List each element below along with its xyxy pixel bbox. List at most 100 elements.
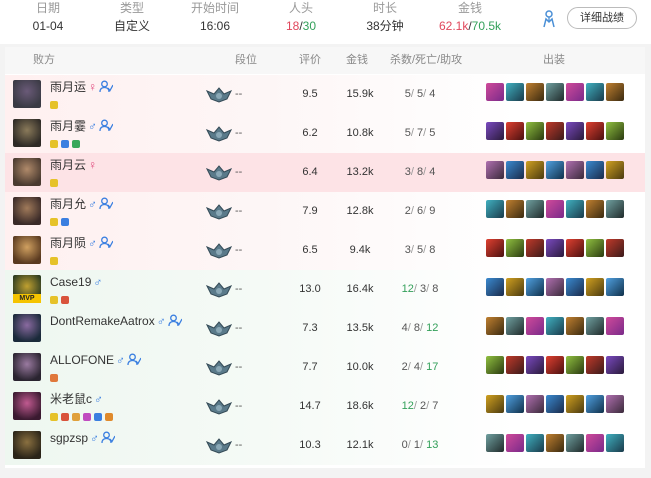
add-friend-icon[interactable] bbox=[127, 353, 142, 366]
item-icon[interactable] bbox=[506, 122, 524, 140]
item-icon[interactable] bbox=[586, 395, 604, 413]
item-icon[interactable] bbox=[606, 122, 624, 140]
champion-avatar[interactable] bbox=[13, 80, 41, 108]
player-name[interactable]: 雨月霎 ♂ bbox=[50, 119, 114, 134]
item-icon[interactable] bbox=[506, 239, 524, 257]
item-icon[interactable] bbox=[546, 278, 564, 296]
champion-avatar[interactable] bbox=[13, 392, 41, 420]
item-icon[interactable] bbox=[586, 161, 604, 179]
player-name[interactable]: 雨月陨 ♂ bbox=[50, 236, 114, 251]
item-icon[interactable] bbox=[506, 395, 524, 413]
item-icon[interactable] bbox=[546, 317, 564, 335]
champion-avatar[interactable] bbox=[13, 431, 41, 459]
item-icon[interactable] bbox=[606, 356, 624, 374]
item-icon[interactable] bbox=[606, 200, 624, 218]
table-row[interactable]: MVP Case19 ♂ -- 13.0 16.4k 12/ 3/ 8 bbox=[5, 270, 645, 309]
item-icon[interactable] bbox=[606, 239, 624, 257]
item-icon[interactable] bbox=[546, 83, 564, 101]
add-friend-icon[interactable] bbox=[99, 80, 114, 93]
item-icon[interactable] bbox=[566, 395, 584, 413]
champion-avatar[interactable] bbox=[13, 236, 41, 264]
item-icon[interactable] bbox=[606, 317, 624, 335]
item-icon[interactable] bbox=[506, 200, 524, 218]
player-name[interactable]: 雨月运 ♀ bbox=[50, 80, 114, 95]
table-row[interactable]: 雨月运 ♀ -- 9.5 15.9k 5/ 5/ 4 bbox=[5, 75, 645, 114]
item-icon[interactable] bbox=[506, 83, 524, 101]
item-icon[interactable] bbox=[566, 200, 584, 218]
item-icon[interactable] bbox=[586, 278, 604, 296]
table-row[interactable]: 雨月云 ♀ -- 6.4 13.2k 3/ 8/ 4 bbox=[5, 153, 645, 192]
table-row[interactable]: ALLOFONE ♂ -- 7.7 10.0k 2/ 4/ 17 bbox=[5, 348, 645, 387]
item-icon[interactable] bbox=[526, 122, 544, 140]
item-icon[interactable] bbox=[606, 278, 624, 296]
champion-avatar[interactable] bbox=[13, 314, 41, 342]
player-name[interactable]: DontRemakeAatrox ♂ bbox=[50, 314, 182, 329]
item-icon[interactable] bbox=[566, 434, 584, 452]
item-icon[interactable] bbox=[506, 317, 524, 335]
item-icon[interactable] bbox=[486, 239, 504, 257]
item-icon[interactable] bbox=[526, 356, 544, 374]
detailed-stats-button[interactable]: 详细战绩 bbox=[567, 7, 637, 29]
player-name[interactable]: 雨月云 ♀ bbox=[50, 158, 97, 173]
item-icon[interactable] bbox=[546, 239, 564, 257]
item-icon[interactable] bbox=[526, 395, 544, 413]
item-icon[interactable] bbox=[606, 395, 624, 413]
item-icon[interactable] bbox=[486, 356, 504, 374]
item-icon[interactable] bbox=[586, 317, 604, 335]
add-friend-icon[interactable] bbox=[168, 314, 182, 327]
item-icon[interactable] bbox=[506, 356, 524, 374]
item-icon[interactable] bbox=[606, 434, 624, 452]
table-row[interactable]: 米老鼠c ♂ -- 14.7 18.6k 12/ 2/ 7 bbox=[5, 387, 645, 426]
item-icon[interactable] bbox=[486, 317, 504, 335]
table-row[interactable]: 雨月霎 ♂ -- 6.2 10.8k 5/ 7/ 5 bbox=[5, 114, 645, 153]
item-icon[interactable] bbox=[526, 239, 544, 257]
item-icon[interactable] bbox=[526, 434, 544, 452]
item-icon[interactable] bbox=[586, 83, 604, 101]
add-friend-icon[interactable] bbox=[99, 119, 114, 132]
item-icon[interactable] bbox=[526, 83, 544, 101]
item-icon[interactable] bbox=[526, 278, 544, 296]
item-icon[interactable] bbox=[546, 200, 564, 218]
item-icon[interactable] bbox=[526, 161, 544, 179]
item-icon[interactable] bbox=[486, 122, 504, 140]
item-icon[interactable] bbox=[546, 356, 564, 374]
add-friend-icon[interactable] bbox=[99, 197, 114, 210]
item-icon[interactable] bbox=[486, 161, 504, 179]
player-name[interactable]: 雨月允 ♂ bbox=[50, 197, 114, 212]
table-row[interactable]: 雨月陨 ♂ -- 6.5 9.4k 3/ 5/ 8 bbox=[5, 231, 645, 270]
item-icon[interactable] bbox=[586, 239, 604, 257]
item-icon[interactable] bbox=[566, 317, 584, 335]
item-icon[interactable] bbox=[486, 200, 504, 218]
player-name[interactable]: Case19 ♂ bbox=[50, 275, 102, 290]
item-icon[interactable] bbox=[566, 161, 584, 179]
item-icon[interactable] bbox=[486, 83, 504, 101]
item-icon[interactable] bbox=[506, 161, 524, 179]
item-icon[interactable] bbox=[566, 122, 584, 140]
champion-avatar[interactable] bbox=[13, 119, 41, 147]
item-icon[interactable] bbox=[606, 83, 624, 101]
item-icon[interactable] bbox=[566, 239, 584, 257]
item-icon[interactable] bbox=[586, 356, 604, 374]
add-friend-icon[interactable] bbox=[99, 236, 114, 249]
champion-avatar[interactable] bbox=[13, 158, 41, 186]
item-icon[interactable] bbox=[546, 434, 564, 452]
item-icon[interactable] bbox=[586, 434, 604, 452]
player-name[interactable]: 米老鼠c ♂ bbox=[50, 392, 103, 407]
item-icon[interactable] bbox=[546, 395, 564, 413]
item-icon[interactable] bbox=[486, 395, 504, 413]
champion-avatar[interactable] bbox=[13, 197, 41, 225]
table-row[interactable]: sgpzsp ♂ -- 10.3 12.1k 0/ 1/ 13 bbox=[5, 426, 645, 465]
item-icon[interactable] bbox=[506, 434, 524, 452]
item-icon[interactable] bbox=[586, 122, 604, 140]
item-icon[interactable] bbox=[606, 161, 624, 179]
player-name[interactable]: ALLOFONE ♂ bbox=[50, 353, 142, 368]
item-icon[interactable] bbox=[486, 434, 504, 452]
table-row[interactable]: 雨月允 ♂ -- 7.9 12.8k 2/ 6/ 9 bbox=[5, 192, 645, 231]
item-icon[interactable] bbox=[526, 317, 544, 335]
item-icon[interactable] bbox=[526, 200, 544, 218]
item-icon[interactable] bbox=[546, 122, 564, 140]
item-icon[interactable] bbox=[486, 278, 504, 296]
add-friend-icon[interactable] bbox=[101, 431, 116, 444]
item-icon[interactable] bbox=[586, 200, 604, 218]
item-icon[interactable] bbox=[546, 161, 564, 179]
